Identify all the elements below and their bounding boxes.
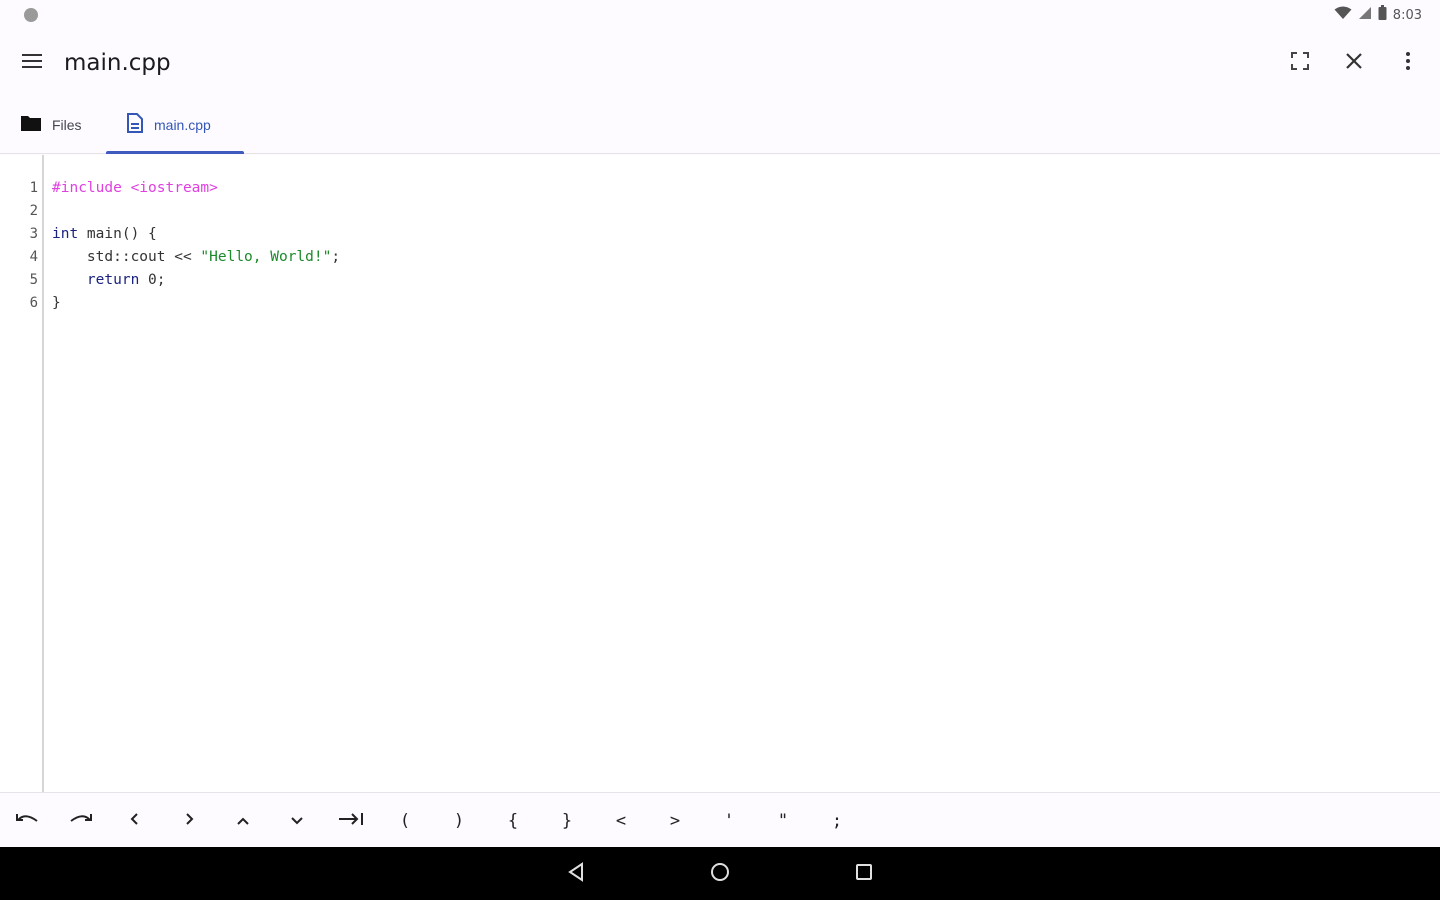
symbol-key-less-than[interactable]: <	[594, 793, 648, 848]
line-number: 2	[29, 203, 38, 219]
chevron-right-icon	[184, 811, 194, 831]
string-literal: "Hello, World!"	[200, 249, 332, 265]
back-button[interactable]	[556, 855, 596, 893]
line-number-gutter: 1 2 3 4 5 6	[0, 155, 44, 792]
code-line-4: std::cout << "Hello, World!";	[52, 246, 340, 269]
signal-icon	[1358, 6, 1372, 25]
system-nav-bar	[0, 847, 1440, 900]
chevron-up-icon	[236, 811, 250, 831]
line-number: 1	[29, 180, 38, 196]
battery-icon	[1378, 5, 1387, 25]
undo-button[interactable]	[0, 793, 54, 848]
cursor-up-key[interactable]	[216, 793, 270, 848]
close-button[interactable]	[1334, 43, 1374, 83]
line-number: 3	[29, 226, 38, 242]
code-line-6: }	[52, 292, 340, 315]
code-text-segment: main() {	[78, 226, 157, 242]
symbol-bar: ( ) { } < > ' " ;	[0, 792, 1440, 847]
code-line-1: #include <iostream>	[52, 177, 340, 200]
symbol-key-double-quote[interactable]: "	[756, 793, 810, 848]
code-text-segment: 0;	[139, 272, 166, 288]
code-line-3: int main() {	[52, 223, 340, 246]
tab-indicator	[106, 151, 244, 154]
notification-dot-icon	[24, 8, 38, 22]
tab-icon	[338, 811, 364, 831]
tab-files-label: Files	[52, 117, 82, 133]
recents-button[interactable]	[844, 855, 884, 893]
cursor-left-key[interactable]	[108, 793, 162, 848]
folder-icon	[20, 114, 42, 137]
undo-icon	[15, 811, 39, 831]
code-text-segment: }	[52, 295, 61, 311]
chevron-down-icon	[290, 811, 304, 831]
symbol-key-semicolon[interactable]: ;	[810, 793, 864, 848]
wifi-icon	[1334, 6, 1352, 25]
tab-key[interactable]	[324, 793, 378, 848]
tab-bar: Files main.cpp	[0, 96, 1440, 154]
app-bar: main.cpp	[0, 30, 1440, 96]
code-line-5: return 0;	[52, 269, 340, 292]
fullscreen-icon	[1291, 51, 1309, 75]
more-vert-icon	[1405, 51, 1411, 76]
cursor-down-key[interactable]	[270, 793, 324, 848]
code-text[interactable]: #include <iostream> int main() { std::co…	[52, 177, 340, 315]
code-text-segment: ;	[331, 249, 341, 265]
line-number: 5	[29, 272, 38, 288]
keyword-return: return	[86, 272, 140, 288]
home-button[interactable]	[700, 855, 740, 893]
code-editor[interactable]: 1 2 3 4 5 6 #include <iostream> int main…	[0, 155, 1440, 792]
page-title: main.cpp	[64, 50, 171, 76]
line-number: 4	[29, 249, 38, 265]
recents-icon	[854, 862, 874, 887]
back-icon	[567, 861, 585, 887]
tab-files[interactable]: Files	[0, 96, 106, 154]
symbol-key-close-paren[interactable]: )	[432, 793, 486, 848]
symbol-key-open-paren[interactable]: (	[378, 793, 432, 848]
line-number: 6	[29, 295, 38, 311]
menu-icon	[21, 53, 43, 74]
redo-button[interactable]	[54, 793, 108, 848]
symbol-key-open-brace[interactable]: {	[486, 793, 540, 848]
status-time: 8:03	[1392, 7, 1422, 23]
keyword-int: int	[52, 226, 79, 242]
more-options-button[interactable]	[1388, 43, 1428, 83]
chevron-left-icon	[130, 811, 140, 831]
redo-icon	[69, 811, 93, 831]
preprocessor-directive: #include <iostream>	[52, 180, 218, 196]
symbol-key-close-brace[interactable]: }	[540, 793, 594, 848]
tab-main-cpp-label: main.cpp	[154, 117, 211, 133]
document-icon	[126, 112, 144, 138]
symbol-key-single-quote[interactable]: '	[702, 793, 756, 848]
symbol-key-greater-than[interactable]: >	[648, 793, 702, 848]
status-icons: 8:03	[1334, 5, 1422, 25]
fullscreen-button[interactable]	[1280, 43, 1320, 83]
close-icon	[1345, 52, 1363, 75]
code-text-segment: std::cout <<	[52, 249, 201, 265]
menu-button[interactable]	[12, 43, 52, 83]
tab-main-cpp[interactable]: main.cpp	[106, 96, 244, 154]
status-bar: 8:03	[0, 0, 1440, 30]
cursor-right-key[interactable]	[162, 793, 216, 848]
app-root: 8:03 main.cpp Files main.cpp 1 2 3 4 5 6…	[0, 0, 1440, 900]
home-icon	[709, 861, 731, 888]
